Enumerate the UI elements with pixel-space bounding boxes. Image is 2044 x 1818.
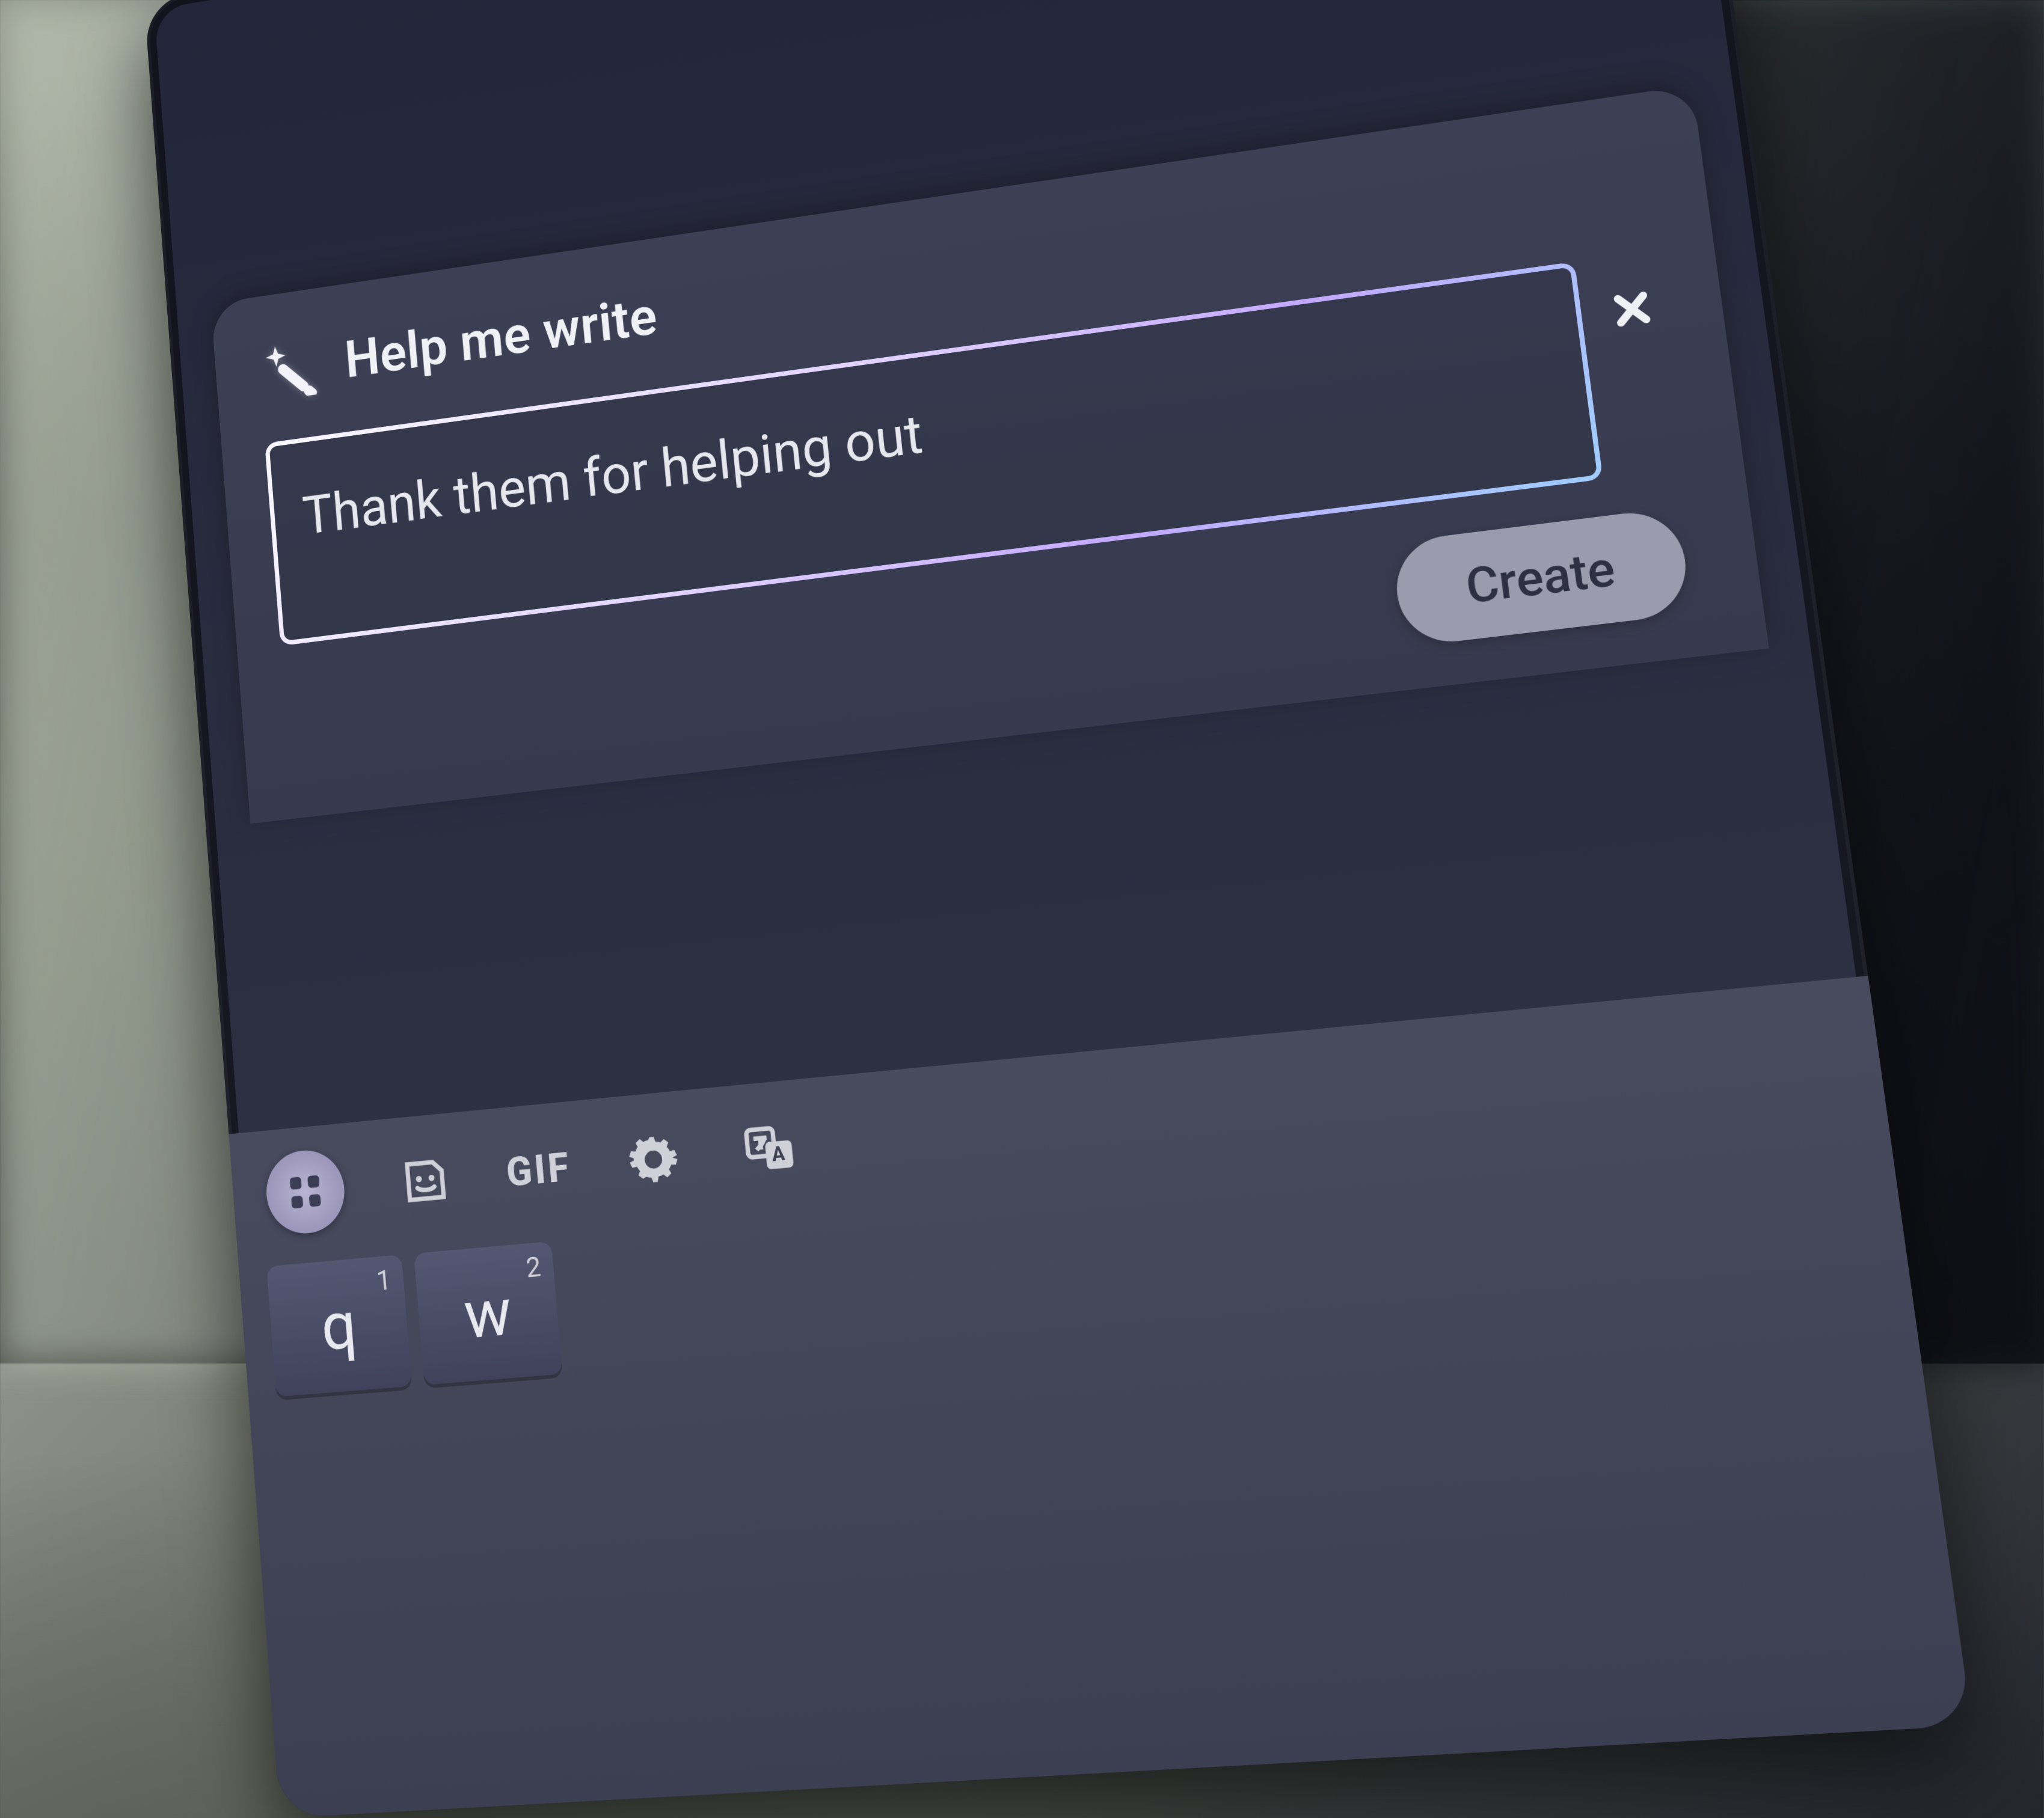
gif-button[interactable]: GIF — [505, 1134, 573, 1206]
svg-text:A: A — [772, 1142, 787, 1167]
help-me-write-card: Help me write Thank them for helping out — [210, 85, 1769, 824]
gear-icon[interactable] — [619, 1124, 689, 1196]
magic-pen-icon — [262, 332, 326, 403]
create-button[interactable]: Create — [1391, 507, 1692, 647]
translate-icon[interactable]: A — [734, 1113, 805, 1185]
clear-prompt-button[interactable] — [1603, 281, 1660, 336]
apps-grid-button[interactable] — [263, 1147, 348, 1237]
card-title: Help me write — [343, 286, 660, 390]
sticker-icon[interactable] — [392, 1145, 459, 1216]
